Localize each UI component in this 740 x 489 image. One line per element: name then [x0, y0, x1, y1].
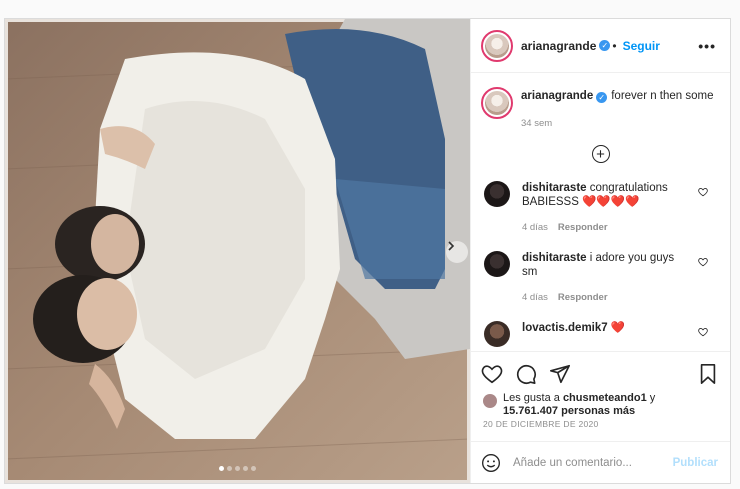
post-image[interactable] — [5, 19, 470, 483]
comment-item: dishitaraste congratulations BABIESSS ❤️… — [471, 173, 730, 243]
commenter-avatar[interactable] — [484, 321, 510, 347]
comment-username[interactable]: lovactis.demik7 — [522, 322, 608, 334]
comment-username[interactable]: dishitaraste — [522, 252, 587, 264]
carousel-dot — [251, 466, 256, 471]
carousel-dot — [243, 466, 248, 471]
reply-button[interactable]: Responder — [558, 222, 608, 233]
post-header: arianagrande ✓ • Seguir ••• — [471, 19, 730, 73]
verified-badge-icon: ✓ — [596, 92, 608, 103]
author-username[interactable]: arianagrande — [521, 39, 596, 53]
liker-username[interactable]: chusmeteando1 — [563, 392, 647, 404]
reply-button[interactable]: Responder — [558, 292, 608, 303]
carousel-dot — [219, 466, 224, 471]
photo-illustration — [5, 19, 470, 483]
follow-button[interactable]: Seguir — [623, 39, 660, 53]
chevron-right-icon — [448, 241, 455, 251]
more-options-button[interactable]: ••• — [698, 38, 716, 54]
caption-username[interactable]: arianagrande — [521, 90, 593, 102]
author-avatar[interactable] — [481, 29, 513, 62]
comment-like-icon[interactable] — [698, 327, 708, 337]
publish-button[interactable]: Publicar — [673, 457, 718, 469]
verified-badge-icon: ✓ — [599, 40, 611, 51]
post-sidebar: arianagrande ✓ • Seguir ••• arianagrande… — [470, 19, 730, 483]
heart-icon[interactable] — [481, 363, 503, 385]
likes-joiner: y — [649, 392, 656, 404]
comment-icon[interactable] — [515, 363, 537, 385]
comment-item: lovactis.demik7 ❤️ — [471, 313, 730, 351]
add-comment-bar: Publicar — [471, 441, 730, 483]
commenter-avatar[interactable] — [484, 181, 510, 207]
comment-input[interactable] — [513, 456, 673, 469]
load-more-comments-button[interactable]: + — [471, 145, 730, 163]
carousel-dot — [227, 466, 232, 471]
post-date: 20 DE DICIEMBRE DE 2020 — [483, 419, 599, 429]
carousel-next-button[interactable] — [446, 241, 468, 263]
likes-prefix: Les gusta a — [503, 392, 560, 404]
comment-like-icon[interactable] — [698, 257, 708, 267]
post-actions: Les gusta a chusmeteando1 y 15.761.407 p… — [471, 351, 730, 417]
comment-like-icon[interactable] — [698, 187, 708, 197]
send-icon[interactable] — [549, 363, 571, 385]
carousel-dot — [235, 466, 240, 471]
plus-circle-icon: + — [591, 145, 610, 163]
emoji-icon[interactable] — [481, 453, 501, 473]
comment-item: dishitaraste i adore you guys sm 4 días R… — [471, 243, 730, 313]
caption-avatar[interactable] — [481, 87, 513, 119]
comment-text: ❤️ — [610, 322, 626, 334]
comment-age: 4 días — [522, 222, 548, 233]
comment-username[interactable]: dishitaraste — [522, 182, 587, 194]
caption-text: forever n then some — [611, 90, 714, 102]
comment-age: 4 días — [522, 292, 548, 303]
carousel-indicator — [5, 466, 470, 471]
liker-avatar[interactable] — [483, 394, 497, 408]
post-container: arianagrande ✓ • Seguir ••• arianagrande… — [4, 18, 731, 484]
caption-age: 34 sem — [521, 118, 553, 129]
comments-area[interactable]: arianagrande ✓ forever n then some 34 sem … — [471, 73, 730, 351]
commenter-avatar[interactable] — [484, 251, 510, 277]
post-caption: arianagrande ✓ forever n then some 34 sem — [471, 73, 730, 131]
bookmark-icon[interactable] — [698, 363, 718, 385]
